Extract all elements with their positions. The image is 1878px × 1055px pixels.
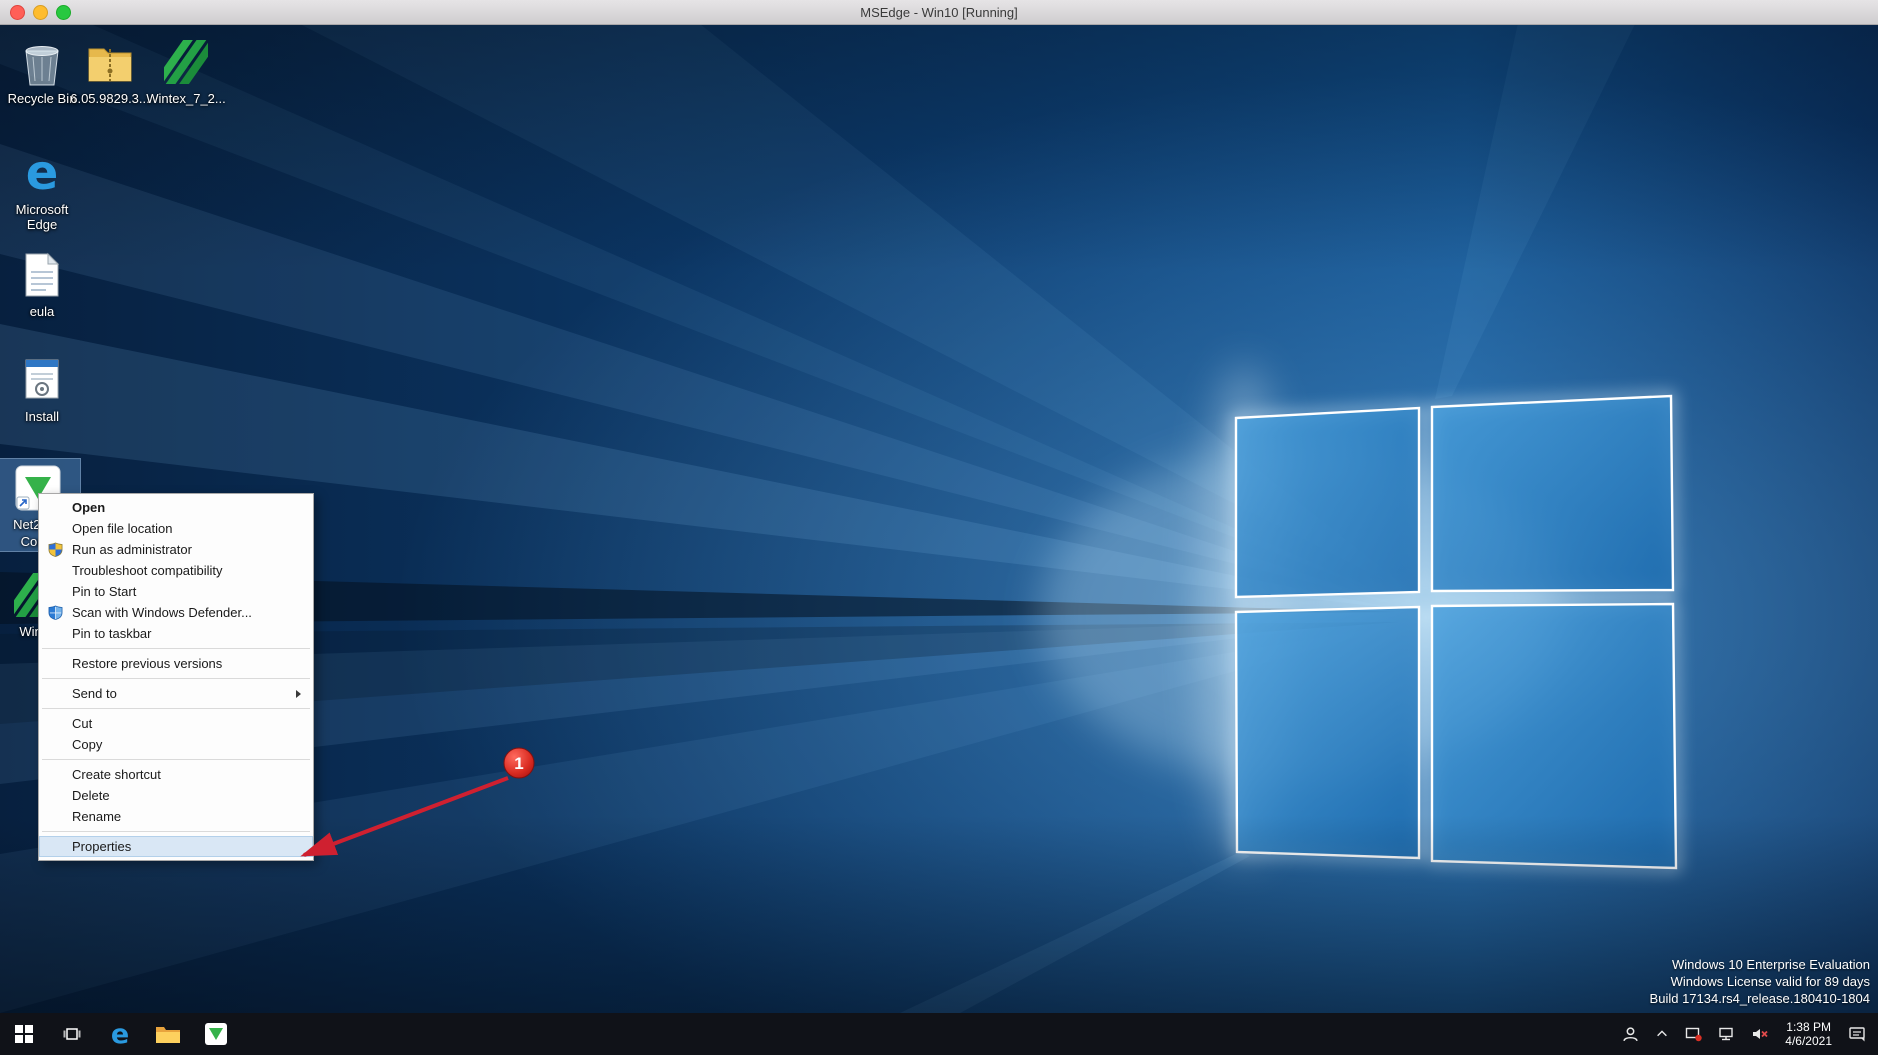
menu-item-properties[interactable]: Properties <box>39 836 313 857</box>
edge-taskbar-button[interactable]: e <box>96 1013 144 1055</box>
desktop-icon-zip-6059829[interactable]: 6.05.9829.3... <box>68 33 152 108</box>
menu-item-label: Cut <box>72 716 92 731</box>
watermark-line3: Build 17134.rs4_release.180410-1804 <box>1650 990 1870 1007</box>
menu-item-open[interactable]: Open <box>39 497 313 518</box>
menu-item-label: Rename <box>72 809 121 824</box>
zoom-window-button[interactable] <box>56 5 71 20</box>
menu-item-label: Create shortcut <box>72 767 161 782</box>
zip-folder-icon <box>82 35 138 89</box>
menu-separator <box>42 708 310 709</box>
menu-separator <box>42 831 310 832</box>
menu-item-pin-to-start[interactable]: Pin to Start <box>39 581 313 602</box>
watermark-line2: Windows License valid for 89 days <box>1650 973 1870 990</box>
uac-shield-icon <box>39 542 72 557</box>
taskbar: e <box>0 1013 1878 1055</box>
defender-shield-icon <box>39 605 72 620</box>
vm-window: MSEdge - Win10 [Running] <box>0 0 1878 1055</box>
file-explorer-button[interactable] <box>144 1013 192 1055</box>
menu-item-label: Open file location <box>72 521 172 536</box>
status-tray-button[interactable] <box>1678 1013 1709 1055</box>
desktop-icon-label: Microsoft Edge <box>0 202 84 232</box>
context-menu: Open Open file location Run as administr… <box>38 493 314 861</box>
net2-taskbar-button[interactable] <box>192 1013 240 1055</box>
taskbar-clock[interactable]: 1:38 PM 4/6/2021 <box>1778 1013 1839 1055</box>
start-button[interactable] <box>0 1013 48 1055</box>
menu-separator <box>42 759 310 760</box>
menu-item-label: Run as administrator <box>72 542 192 557</box>
people-button[interactable] <box>1615 1013 1646 1055</box>
menu-item-label: Scan with Windows Defender... <box>72 605 252 620</box>
menu-item-run-as-administrator[interactable]: Run as administrator <box>39 539 313 560</box>
desktop-icon-install[interactable]: Install <box>0 351 84 426</box>
desktop-icon-wintex[interactable]: Wintex_7_2... <box>144 33 228 108</box>
menu-item-label: Troubleshoot compatibility <box>72 563 223 578</box>
minimize-window-button[interactable] <box>33 5 48 20</box>
windows-evaluation-watermark: Windows 10 Enterprise Evaluation Windows… <box>1650 956 1870 1007</box>
close-window-button[interactable] <box>10 5 25 20</box>
clock-date: 4/6/2021 <box>1785 1034 1832 1048</box>
menu-item-label: Delete <box>72 788 110 803</box>
display-alert-icon <box>1685 1026 1702 1042</box>
taskbar-empty-area <box>240 1013 1615 1055</box>
edge-icon: e <box>111 1021 129 1048</box>
desktop-icon-eula[interactable]: eula <box>0 246 84 321</box>
menu-item-restore-previous-versions[interactable]: Restore previous versions <box>39 653 313 674</box>
file-explorer-icon <box>155 1024 181 1044</box>
task-view-icon <box>63 1025 81 1043</box>
chevron-up-icon <box>1655 1027 1669 1041</box>
desktop-icon-label: Install <box>25 409 59 424</box>
recycle-bin-icon <box>14 35 70 89</box>
installer-icon <box>14 353 70 407</box>
document-icon <box>14 248 70 302</box>
wintex-icon <box>158 35 214 89</box>
menu-separator <box>42 678 310 679</box>
watermark-line1: Windows 10 Enterprise Evaluation <box>1650 956 1870 973</box>
action-center-icon <box>1848 1025 1867 1043</box>
menu-item-pin-to-taskbar[interactable]: Pin to taskbar <box>39 623 313 644</box>
menu-item-create-shortcut[interactable]: Create shortcut <box>39 764 313 785</box>
task-view-button[interactable] <box>48 1013 96 1055</box>
window-title: MSEdge - Win10 [Running] <box>860 5 1018 20</box>
traffic-lights <box>10 0 71 24</box>
menu-item-send-to[interactable]: Send to <box>39 683 313 704</box>
menu-item-label: Open <box>72 500 105 515</box>
menu-item-label: Pin to taskbar <box>72 626 152 641</box>
windows-logo-icon <box>15 1025 33 1043</box>
menu-item-label: Properties <box>72 839 131 854</box>
system-tray: 1:38 PM 4/6/2021 <box>1615 1013 1878 1055</box>
desktop-icon-label: 6.05.9829.3... <box>70 91 150 106</box>
desktop-icon-label: Wintex_7_2... <box>146 91 226 106</box>
desktop-icon-edge[interactable]: e Microsoft Edge <box>0 144 84 234</box>
people-icon <box>1622 1026 1639 1043</box>
vm-titlebar: MSEdge - Win10 [Running] <box>0 0 1878 25</box>
menu-item-label: Pin to Start <box>72 584 136 599</box>
menu-item-label: Send to <box>72 686 117 701</box>
desktop-icon-label: eula <box>30 304 55 319</box>
desktop-icon-label: Recycle Bin <box>8 91 77 106</box>
menu-item-open-file-location[interactable]: Open file location <box>39 518 313 539</box>
menu-item-troubleshoot-compatibility[interactable]: Troubleshoot compatibility <box>39 560 313 581</box>
menu-separator <box>42 648 310 649</box>
menu-item-scan-with-defender[interactable]: Scan with Windows Defender... <box>39 602 313 623</box>
menu-item-label: Copy <box>72 737 102 752</box>
menu-item-delete[interactable]: Delete <box>39 785 313 806</box>
action-center-button[interactable] <box>1841 1013 1874 1055</box>
menu-item-copy[interactable]: Copy <box>39 734 313 755</box>
menu-item-label: Restore previous versions <box>72 656 222 671</box>
submenu-arrow-icon <box>296 690 301 698</box>
volume-tray-button[interactable] <box>1744 1013 1776 1055</box>
net2-icon <box>204 1022 228 1046</box>
edge-icon: e <box>14 146 70 200</box>
menu-item-rename[interactable]: Rename <box>39 806 313 827</box>
ethernet-icon <box>1718 1026 1735 1042</box>
network-tray-button[interactable] <box>1711 1013 1742 1055</box>
hidden-icons-button[interactable] <box>1648 1013 1676 1055</box>
volume-muted-icon <box>1751 1026 1769 1042</box>
clock-time: 1:38 PM <box>1786 1020 1831 1034</box>
menu-item-cut[interactable]: Cut <box>39 713 313 734</box>
